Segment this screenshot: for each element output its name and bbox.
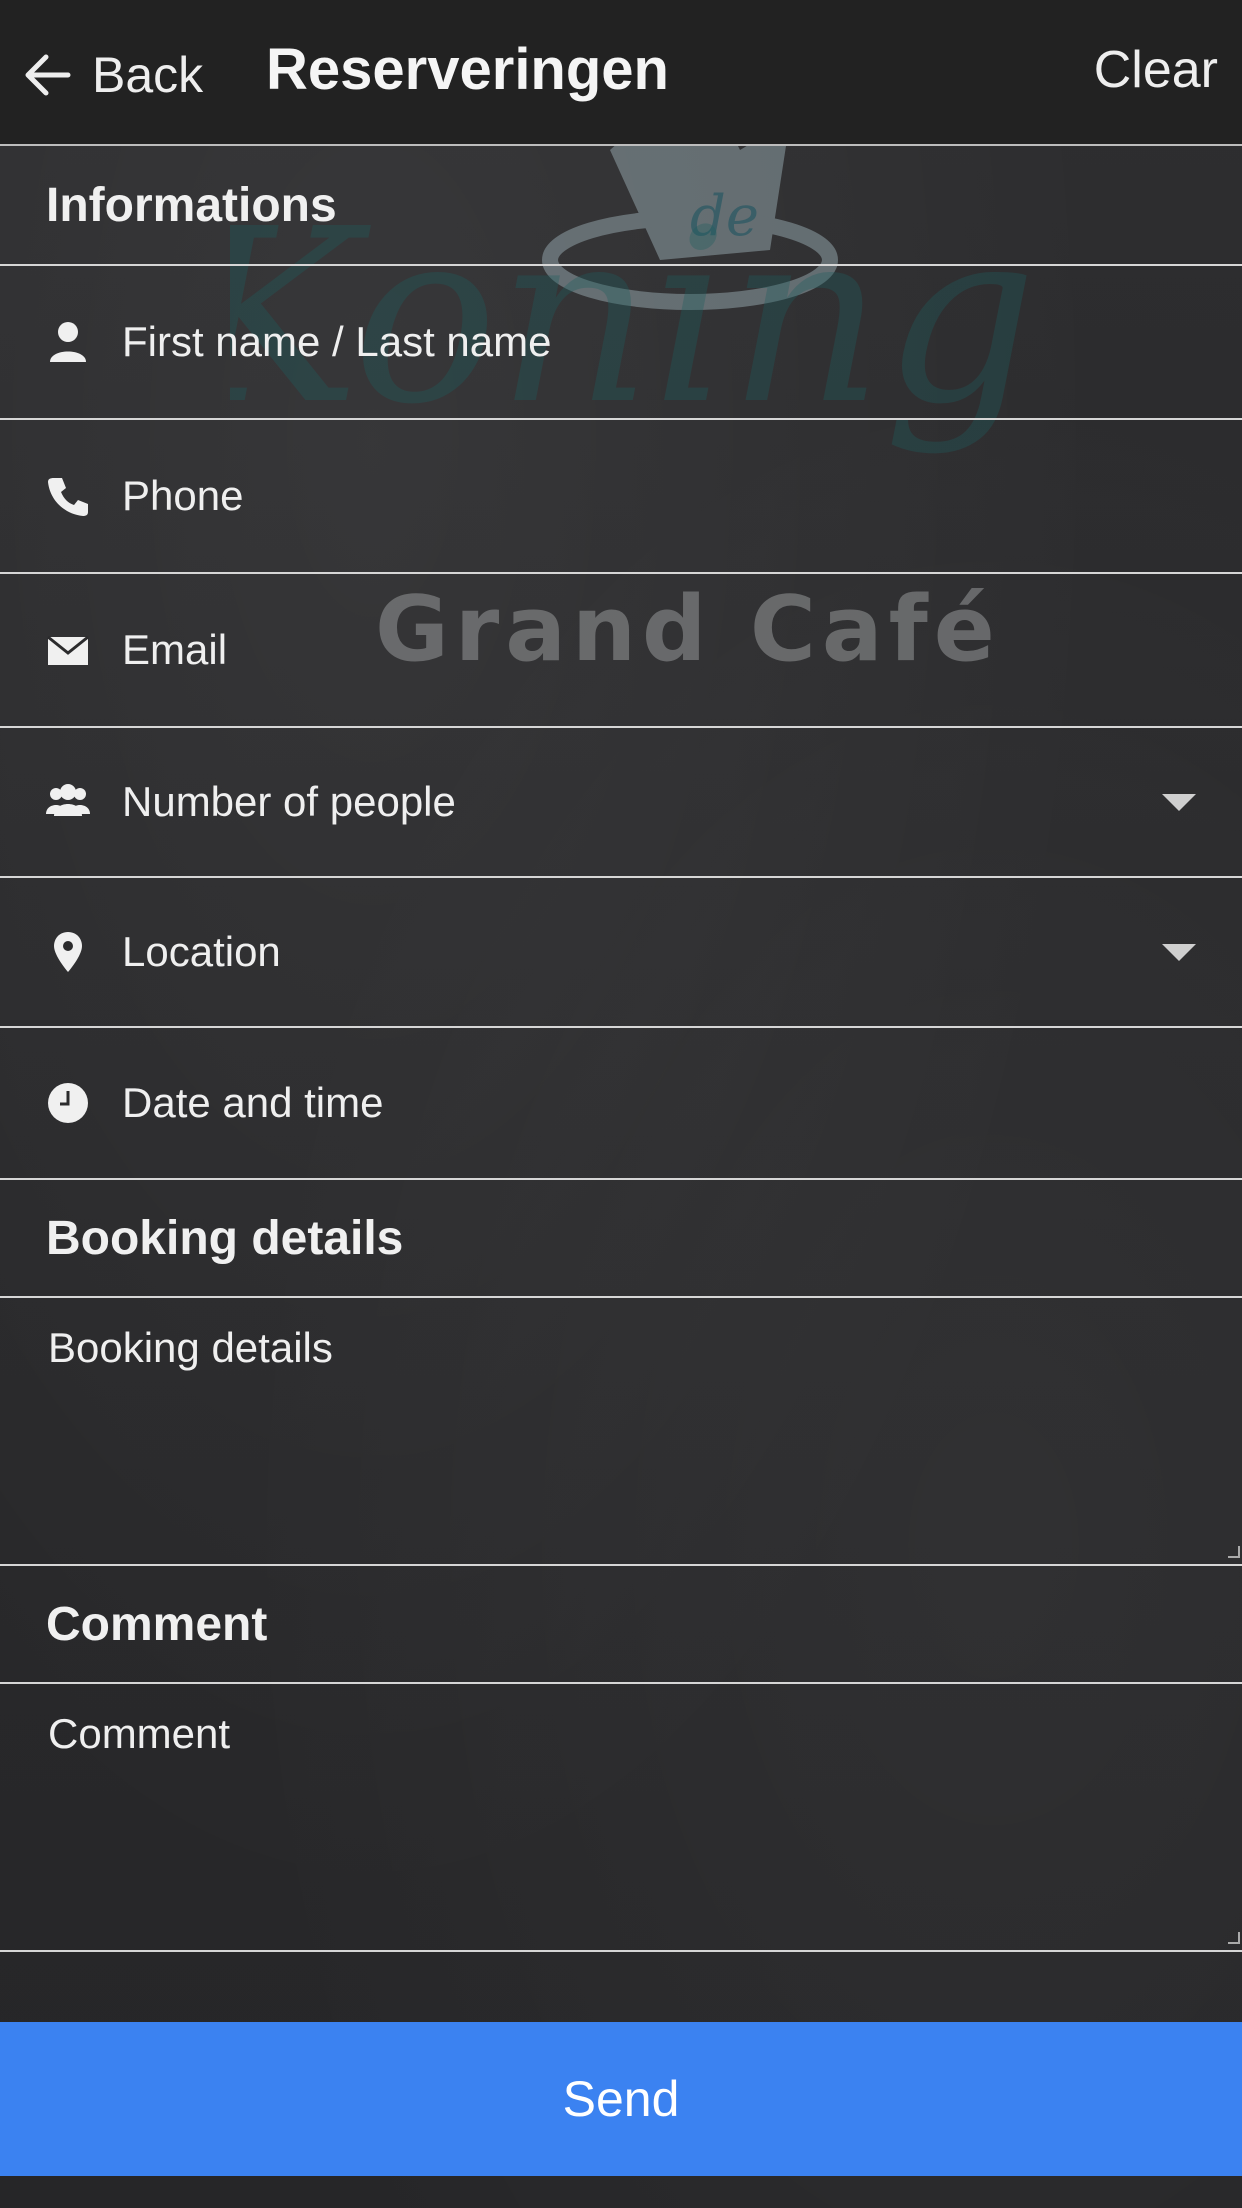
arrow-left-icon	[25, 54, 71, 96]
back-button[interactable]: Back	[22, 44, 203, 106]
envelope-icon	[46, 628, 90, 672]
group-icon	[46, 780, 90, 824]
resize-handle-icon[interactable]	[1228, 1932, 1240, 1944]
name-field[interactable]: First name / Last name	[0, 266, 1242, 420]
comment-placeholder: Comment	[48, 1710, 231, 1757]
people-select[interactable]: Number of people	[0, 728, 1242, 878]
back-label: Back	[92, 47, 204, 103]
chevron-down-icon	[1162, 793, 1196, 811]
person-icon	[46, 320, 90, 364]
clock-icon	[46, 1081, 90, 1125]
email-placeholder: Email	[122, 626, 228, 673]
section-title: Informations	[46, 178, 337, 232]
phone-field[interactable]: Phone	[0, 420, 1242, 574]
phone-placeholder: Phone	[122, 472, 244, 519]
chevron-down-icon	[1162, 943, 1196, 961]
email-field[interactable]: Email	[0, 574, 1242, 728]
top-bar: Back Reserveringen Clear	[0, 0, 1242, 146]
resize-handle-icon[interactable]	[1228, 1546, 1240, 1558]
send-label: Send	[562, 2071, 680, 2127]
section-header-informations: Informations	[0, 146, 1242, 266]
map-pin-icon	[46, 930, 90, 974]
page-title: Reserveringen	[266, 37, 669, 102]
location-select[interactable]: Location	[0, 878, 1242, 1028]
section-header-booking-details: Booking details	[0, 1180, 1242, 1298]
datetime-placeholder: Date and time	[122, 1079, 384, 1126]
phone-icon	[46, 474, 90, 518]
name-placeholder: First name / Last name	[122, 318, 552, 365]
section-header-comment: Comment	[0, 1566, 1242, 1684]
booking-details-placeholder: Booking details	[48, 1324, 333, 1371]
location-placeholder: Location	[122, 928, 281, 975]
clear-button[interactable]: Clear	[1094, 40, 1218, 100]
booking-details-textarea[interactable]: Booking details	[0, 1298, 1242, 1566]
send-button[interactable]: Send	[0, 2022, 1242, 2176]
section-title: Comment	[46, 1597, 268, 1651]
datetime-field[interactable]: Date and time	[0, 1028, 1242, 1180]
section-title: Booking details	[46, 1211, 404, 1265]
comment-textarea[interactable]: Comment	[0, 1684, 1242, 1952]
people-placeholder: Number of people	[122, 778, 456, 825]
